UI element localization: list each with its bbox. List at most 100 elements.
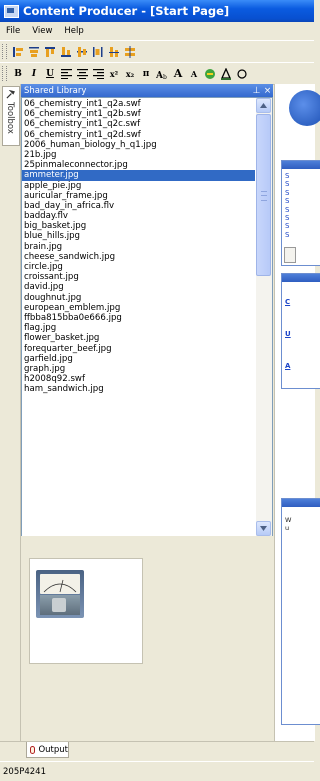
library-item[interactable]: forequarter_beef.jpg: [22, 344, 255, 354]
start-box-3-text-0: W: [285, 516, 292, 524]
library-item[interactable]: flower_basket.jpg: [22, 333, 255, 343]
toolbox-tab[interactable]: Toolbox: [2, 86, 20, 146]
bold-button[interactable]: B: [11, 66, 25, 81]
library-item[interactable]: brain.jpg: [22, 242, 255, 252]
library-item[interactable]: 06_chemistry_int1_q2b.swf: [22, 109, 255, 119]
start-box-1-link[interactable]: S: [282, 189, 320, 197]
start-box-1-links: SSSSSSSS: [282, 169, 320, 239]
library-item[interactable]: 06_chemistry_int1_q2d.swf: [22, 130, 255, 140]
start-box-1-link[interactable]: S: [282, 231, 320, 239]
align-left-text-icon[interactable]: [59, 66, 73, 81]
start-box-1-link[interactable]: S: [282, 197, 320, 205]
library-item[interactable]: ham_sandwich.jpg: [22, 384, 255, 394]
svg-text:b: b: [163, 74, 167, 80]
align-bottom-icon[interactable]: [59, 44, 73, 59]
distribute-vertical-icon[interactable]: [107, 44, 121, 59]
start-box-1-link[interactable]: S: [282, 214, 320, 222]
library-item[interactable]: big_basket.jpg: [22, 221, 255, 231]
wrench-icon: [6, 90, 15, 99]
library-item[interactable]: bad_day_in_africa.flv: [22, 201, 255, 211]
library-item[interactable]: apple_pie.jpg: [22, 181, 255, 191]
panel-title: Shared Library: [24, 85, 87, 96]
start-box-1-link[interactable]: S: [282, 180, 320, 188]
output-tab[interactable]: Output: [26, 742, 69, 758]
title-bar: Content Producer - [Start Page]: [0, 0, 314, 22]
start-box-3-header: [282, 499, 320, 507]
grow-font-button[interactable]: A: [171, 66, 185, 81]
library-item[interactable]: david.jpg: [22, 282, 255, 292]
start-box-1-link[interactable]: S: [282, 172, 320, 180]
library-item[interactable]: cheese_sandwich.jpg: [22, 252, 255, 262]
start-box-2-link-1[interactable]: U: [282, 306, 320, 338]
library-file-list[interactable]: 06_chemistry_int1_q2a.swf 06_chemistry_in…: [21, 97, 273, 537]
align-middle-icon[interactable]: [75, 44, 89, 59]
menu-bar: File View Help: [0, 22, 314, 40]
subscript-button[interactable]: x₂: [123, 66, 137, 81]
text-color-icon[interactable]: [219, 66, 233, 81]
library-item[interactable]: h2008q92.swf: [22, 374, 255, 384]
start-box-2-link-2[interactable]: A: [282, 338, 320, 370]
list-scrollbar[interactable]: [256, 98, 272, 536]
distribute-horizontal-icon[interactable]: [91, 44, 105, 59]
toolbar-grip[interactable]: [2, 44, 7, 59]
superscript-button[interactable]: x²: [107, 66, 121, 81]
underline-button[interactable]: U: [43, 66, 57, 81]
library-item[interactable]: 06_chemistry_int1_q2a.swf: [22, 99, 255, 109]
align-center-text-icon[interactable]: [75, 66, 89, 81]
more-tools-icon[interactable]: [235, 66, 249, 81]
text-style-icon[interactable]: Ab: [155, 66, 169, 81]
align-center-icon[interactable]: [27, 44, 41, 59]
shared-library-panel: Shared Library ⊥ × 06_chemistry_int1_q2a…: [21, 84, 273, 741]
highlight-icon[interactable]: [203, 66, 217, 81]
library-item[interactable]: 21b.jpg: [22, 150, 255, 160]
library-item[interactable]: circle.jpg: [22, 262, 255, 272]
library-item[interactable]: 25pinmaleconnector.jpg: [22, 160, 255, 170]
library-item[interactable]: badday.flv: [22, 211, 255, 221]
menu-view[interactable]: View: [26, 26, 58, 36]
library-item[interactable]: graph.jpg: [22, 364, 255, 374]
library-item[interactable]: doughnut.jpg: [22, 293, 255, 303]
start-box-2-header: [282, 274, 320, 282]
library-item[interactable]: 2006_human_biology_h_q1.jpg: [22, 140, 255, 150]
align-top-icon[interactable]: [43, 44, 57, 59]
library-item[interactable]: ammeter.jpg: [22, 170, 255, 181]
library-items: 06_chemistry_int1_q2a.swf 06_chemistry_in…: [22, 99, 255, 394]
library-item[interactable]: ffbba815bba0e666.jpg: [22, 313, 255, 323]
scroll-thumb[interactable]: [256, 114, 271, 276]
library-item[interactable]: blue_hills.jpg: [22, 231, 255, 241]
meter-knob: [52, 598, 66, 612]
toolbox-label: Toolbox: [5, 102, 15, 134]
library-item[interactable]: european_emblem.jpg: [22, 303, 255, 313]
start-box-1-link[interactable]: S: [282, 206, 320, 214]
pin-icon[interactable]: ⊥: [251, 86, 262, 96]
start-box-1-header: [282, 161, 320, 169]
ammeter-image: [36, 570, 84, 618]
image-preview: [29, 558, 143, 664]
toolbox-strip: Toolbox: [0, 84, 21, 741]
toolbar-grip[interactable]: [2, 66, 7, 81]
italic-button[interactable]: I: [27, 66, 41, 81]
library-item[interactable]: 06_chemistry_int1_q2c.swf: [22, 119, 255, 129]
scroll-down-button[interactable]: [256, 521, 271, 536]
start-box-2-link-0[interactable]: C: [282, 282, 320, 306]
start-box-1-link[interactable]: S: [282, 222, 320, 230]
align-right-text-icon[interactable]: [91, 66, 105, 81]
align-left-icon[interactable]: [11, 44, 25, 59]
pi-button[interactable]: π: [139, 66, 153, 81]
library-item[interactable]: flag.jpg: [22, 323, 255, 333]
shared-library-header: Shared Library ⊥ ×: [21, 84, 273, 97]
library-item[interactable]: auricular_frame.jpg: [22, 191, 255, 201]
status-bar: 205P4241: [0, 761, 314, 781]
shrink-font-button[interactable]: A: [187, 66, 201, 81]
logo-icon: [289, 90, 320, 126]
close-icon[interactable]: ×: [262, 86, 273, 96]
preview-area: [21, 536, 273, 741]
start-box-1-button[interactable]: [284, 247, 296, 263]
output-tab-label: Output: [38, 744, 68, 755]
library-item[interactable]: croissant.jpg: [22, 272, 255, 282]
menu-file[interactable]: File: [0, 26, 26, 36]
scroll-up-button[interactable]: [256, 98, 271, 113]
menu-help[interactable]: Help: [58, 26, 89, 36]
same-size-icon[interactable]: [123, 44, 137, 59]
library-item[interactable]: garfield.jpg: [22, 354, 255, 364]
